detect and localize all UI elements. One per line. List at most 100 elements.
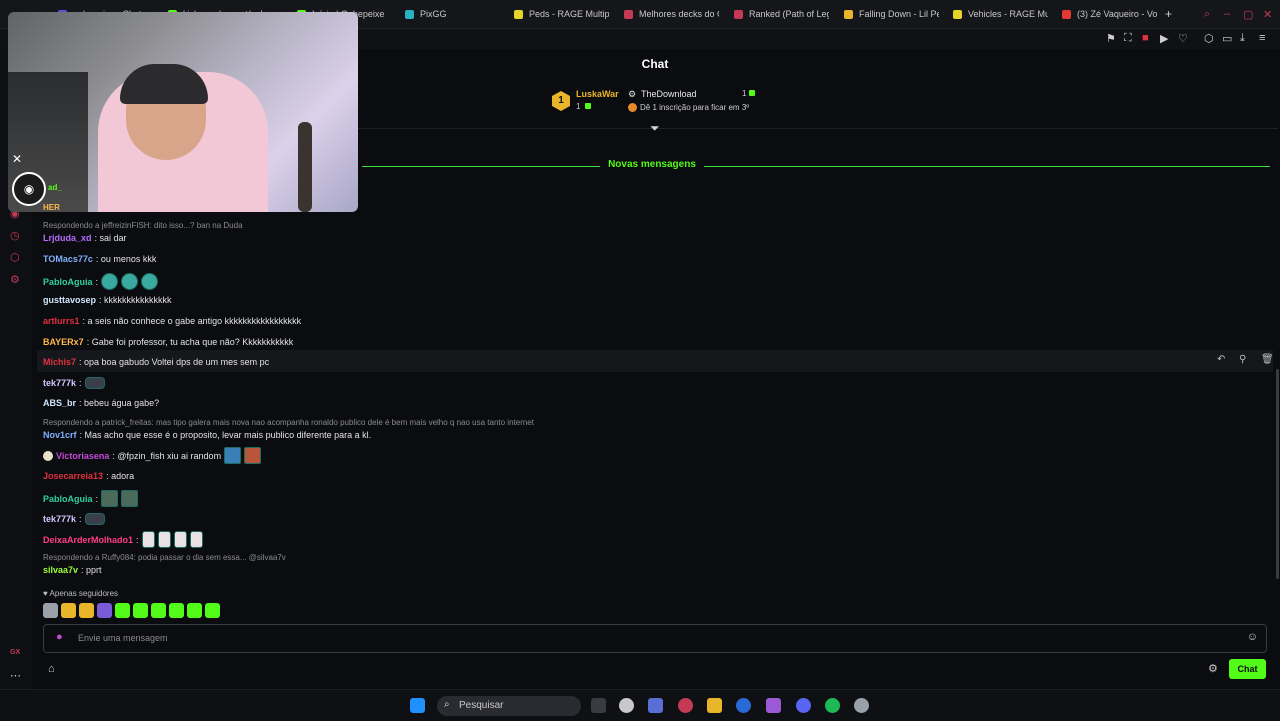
chat-username[interactable]: gusttavosep — [43, 295, 96, 305]
leader-user-2-count: 1 — [742, 89, 747, 98]
tab-melhores-decks[interactable]: Melhores decks do C — [624, 0, 719, 28]
emote[interactable] — [43, 603, 58, 618]
new-tab-button[interactable]: + — [1165, 0, 1179, 28]
chat-message: Victoriasena: @fpzin_fish xiu ai random — [43, 447, 262, 464]
settings-icon[interactable]: ⚙ — [1208, 662, 1218, 675]
chat-message: tek777k: — [43, 513, 105, 525]
tab-peds-rage[interactable]: Peds - RAGE Multipl — [514, 0, 609, 28]
discord-icon[interactable] — [796, 698, 811, 713]
delete-icon[interactable]: 🗑 — [1261, 354, 1274, 365]
windows-start-icon[interactable] — [410, 698, 425, 713]
chat-username[interactable]: BAYERx7 — [43, 337, 84, 347]
menu-icon[interactable]: ≡ — [1259, 32, 1265, 44]
tab-falling-down[interactable]: Falling Down - Lil Pe — [844, 0, 939, 28]
microphone-icon[interactable]: ● — [56, 631, 63, 643]
chat-username[interactable]: Josecarreia13 — [43, 471, 103, 481]
steam-icon[interactable] — [736, 698, 751, 713]
emote[interactable] — [101, 273, 119, 290]
pin-icon[interactable]: ⚲ — [1239, 354, 1246, 365]
taskbar-search[interactable]: ⌕ Pesquisar — [437, 696, 581, 716]
emote[interactable] — [115, 603, 130, 618]
maximize-icon[interactable]: ▢ — [1243, 8, 1253, 21]
chat-message: artlurrs1: a seis não conhece o gabe ant… — [43, 316, 301, 326]
chat-text: : ou menos kkk — [95, 254, 157, 264]
leader-user-1[interactable]: LuskaWar — [576, 89, 619, 99]
emote[interactable] — [97, 603, 112, 618]
bookmark-icon[interactable]: ⚑ — [1106, 32, 1116, 45]
heart-icon[interactable]: ♡ — [1178, 32, 1188, 45]
record-icon[interactable]: ■ — [1142, 32, 1149, 44]
chat-username[interactable]: Lrjduda_xd — [43, 233, 92, 243]
chat-username[interactable]: PabloAguia — [43, 277, 93, 287]
close-icon[interactable]: ✕ — [1263, 8, 1272, 21]
chat-username[interactable]: TOMacs77c — [43, 254, 93, 264]
emote[interactable] — [79, 603, 94, 618]
emote[interactable] — [173, 531, 187, 548]
chat-message: Michis7: opa boa gabudo Voltei dps de um… — [43, 357, 269, 367]
tab-ze-vaqueiro[interactable]: (3) Zé Vaqueiro - Vo — [1062, 0, 1157, 28]
download-icon[interactable]: ⤓ — [1240, 32, 1245, 45]
filter-icon[interactable]: ⏷ — [650, 121, 660, 136]
emote[interactable] — [169, 603, 184, 618]
spotify-icon[interactable] — [825, 698, 840, 713]
task-view-icon[interactable] — [591, 698, 606, 713]
file-explorer-icon[interactable] — [707, 698, 722, 713]
tab-vehicles-rage[interactable]: Vehicles - RAGE Mu — [953, 0, 1048, 28]
chat-username[interactable]: PabloAguia — [43, 494, 93, 504]
search-icon[interactable]: ⌕ — [1204, 8, 1210, 21]
emote[interactable] — [187, 603, 202, 618]
followers-only-notice: ♥ Apenas seguidores — [43, 589, 119, 598]
emote[interactable] — [141, 273, 159, 290]
overlay-close-icon[interactable]: ✕ — [12, 152, 22, 166]
wallet-icon[interactable]: ▭ — [1222, 32, 1232, 45]
capcut-icon[interactable] — [766, 698, 781, 713]
play-icon[interactable]: ▶ — [1160, 32, 1168, 45]
emote[interactable] — [151, 603, 166, 618]
chat-username[interactable]: artlurrs1 — [43, 316, 80, 326]
chat-username[interactable]: DeixaArderMolhado1 — [43, 535, 133, 545]
leader-user-2[interactable]: TheDownload — [641, 89, 697, 99]
extensions-sidebar-icon[interactable]: ⬡ — [10, 251, 20, 264]
emote[interactable] — [121, 273, 139, 290]
opera-gx-icon[interactable] — [678, 698, 693, 713]
settings-sidebar-icon[interactable]: ⚙ — [10, 273, 20, 286]
emote[interactable] — [101, 490, 119, 507]
app-icon[interactable] — [619, 698, 634, 713]
emote[interactable] — [133, 603, 148, 618]
emote[interactable] — [61, 603, 76, 618]
emote[interactable] — [205, 603, 220, 618]
emote[interactable] — [244, 447, 262, 464]
emoji-icon[interactable]: ☺ — [1247, 631, 1258, 643]
reply-icon[interactable]: ↶ — [1217, 354, 1225, 365]
chat-username[interactable]: ABS_br — [43, 398, 76, 408]
snapshot-icon[interactable]: ⛶ — [1124, 32, 1132, 45]
chat-username[interactable]: Michis7 — [43, 357, 76, 367]
obs-icon[interactable] — [854, 698, 869, 713]
emote[interactable] — [121, 490, 139, 507]
emote[interactable] — [141, 531, 155, 548]
emote[interactable] — [189, 531, 203, 548]
chat-message: PabloAguia: — [43, 490, 139, 507]
tab-pixgg[interactable]: PixGG — [405, 0, 495, 28]
chat-username[interactable]: silvaa7v — [43, 565, 78, 575]
chat-scrollbar[interactable] — [1276, 369, 1279, 579]
minimize-icon[interactable]: – — [1224, 8, 1230, 20]
emote[interactable] — [224, 447, 242, 464]
chat-username[interactable]: tek777k — [43, 378, 76, 388]
tab-ranked[interactable]: Ranked (Path of Leg — [734, 0, 829, 28]
rank-up-icon — [628, 103, 637, 112]
copilot-icon[interactable] — [648, 698, 663, 713]
chat-username[interactable]: Victoriasena — [56, 451, 109, 461]
emote[interactable] — [157, 531, 171, 548]
message-input[interactable]: ● Envie uma mensagem ☺ — [43, 624, 1267, 653]
send-chat-button[interactable]: Chat — [1229, 659, 1266, 679]
gx-label[interactable]: GX — [10, 649, 20, 656]
emote[interactable] — [84, 377, 105, 389]
emote[interactable] — [84, 513, 105, 525]
store-icon[interactable]: ⌂ — [48, 663, 55, 675]
more-icon[interactable]: ⋯ — [10, 669, 21, 682]
extensions-icon[interactable]: ⬡ — [1204, 32, 1214, 45]
chat-username[interactable]: Nov1crf — [43, 430, 77, 440]
chat-username[interactable]: tek777k — [43, 514, 76, 524]
history-icon[interactable]: ◷ — [10, 229, 20, 242]
